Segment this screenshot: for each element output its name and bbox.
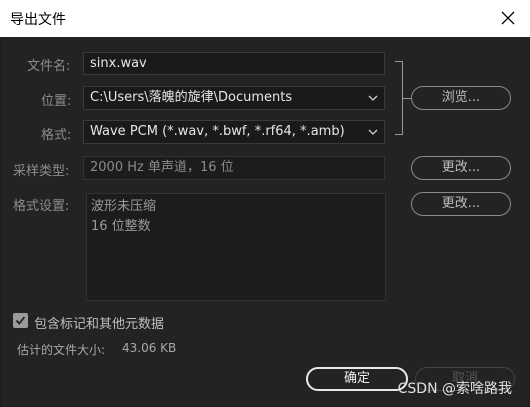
- format-label: 格式:: [41, 128, 72, 143]
- change-format-settings-button[interactable]: 更改...: [411, 192, 511, 216]
- format-settings-field: 波形未压缩 16 位整数: [86, 193, 386, 301]
- location-label: 位置:: [41, 94, 72, 109]
- change-sample-type-label: 更改...: [441, 160, 481, 175]
- browse-button[interactable]: 浏览...: [411, 86, 511, 110]
- include-markers-label[interactable]: 包含标记和其他元数据: [34, 313, 164, 332]
- format-settings-label: 格式设置:: [13, 199, 70, 214]
- change-format-settings-label: 更改...: [441, 196, 481, 211]
- location-dropdown[interactable]: C:\Users\落魄的旋律\Documents: [83, 86, 385, 110]
- estimated-size-value: 43.06 KB: [122, 341, 177, 355]
- group-bracket-arm: [403, 98, 411, 99]
- format-settings-line: 16 位整数: [91, 219, 151, 234]
- export-dialog: 文件名: sinx.wav 位置: C:\Users\落魄的旋律\Documen…: [1, 37, 529, 406]
- change-sample-type-button[interactable]: 更改...: [411, 156, 511, 180]
- format-dropdown[interactable]: Wave PCM (*.wav, *.bwf, *.rf64, *.amb): [83, 120, 385, 144]
- check-icon: [15, 316, 26, 325]
- ok-label: 确定: [343, 371, 370, 386]
- format-settings-line: 波形未压缩: [91, 199, 157, 214]
- sample-type-field: 2000 Hz 单声道，16 位: [83, 156, 385, 180]
- ok-button[interactable]: 确定: [306, 367, 408, 391]
- sample-type-label: 采样类型:: [13, 164, 70, 179]
- location-dropdown-arrow[interactable]: [362, 87, 384, 109]
- filename-value: sinx.wav: [90, 56, 147, 71]
- title-bar: 导出文件: [0, 0, 530, 37]
- close-icon: [501, 11, 515, 25]
- browse-label: 浏览...: [441, 90, 481, 105]
- format-dropdown-arrow[interactable]: [362, 121, 384, 143]
- window-title: 导出文件: [10, 12, 66, 28]
- format-value: Wave PCM (*.wav, *.bwf, *.rf64, *.amb): [90, 124, 345, 139]
- filename-label: 文件名:: [27, 59, 71, 74]
- sample-type-value: 2000 Hz 单声道，16 位: [90, 160, 234, 175]
- chevron-down-icon: [368, 129, 378, 135]
- location-value: C:\Users\落魄的旋律\Documents: [90, 90, 293, 105]
- watermark: CSDN @索啥路我: [397, 381, 512, 397]
- group-bracket: [395, 61, 403, 135]
- filename-input[interactable]: sinx.wav: [83, 52, 385, 75]
- estimated-size-label: 估计的文件大小:: [17, 343, 106, 357]
- chevron-down-icon: [368, 95, 378, 101]
- close-button[interactable]: [486, 0, 530, 37]
- include-markers-checkbox[interactable]: [13, 313, 28, 328]
